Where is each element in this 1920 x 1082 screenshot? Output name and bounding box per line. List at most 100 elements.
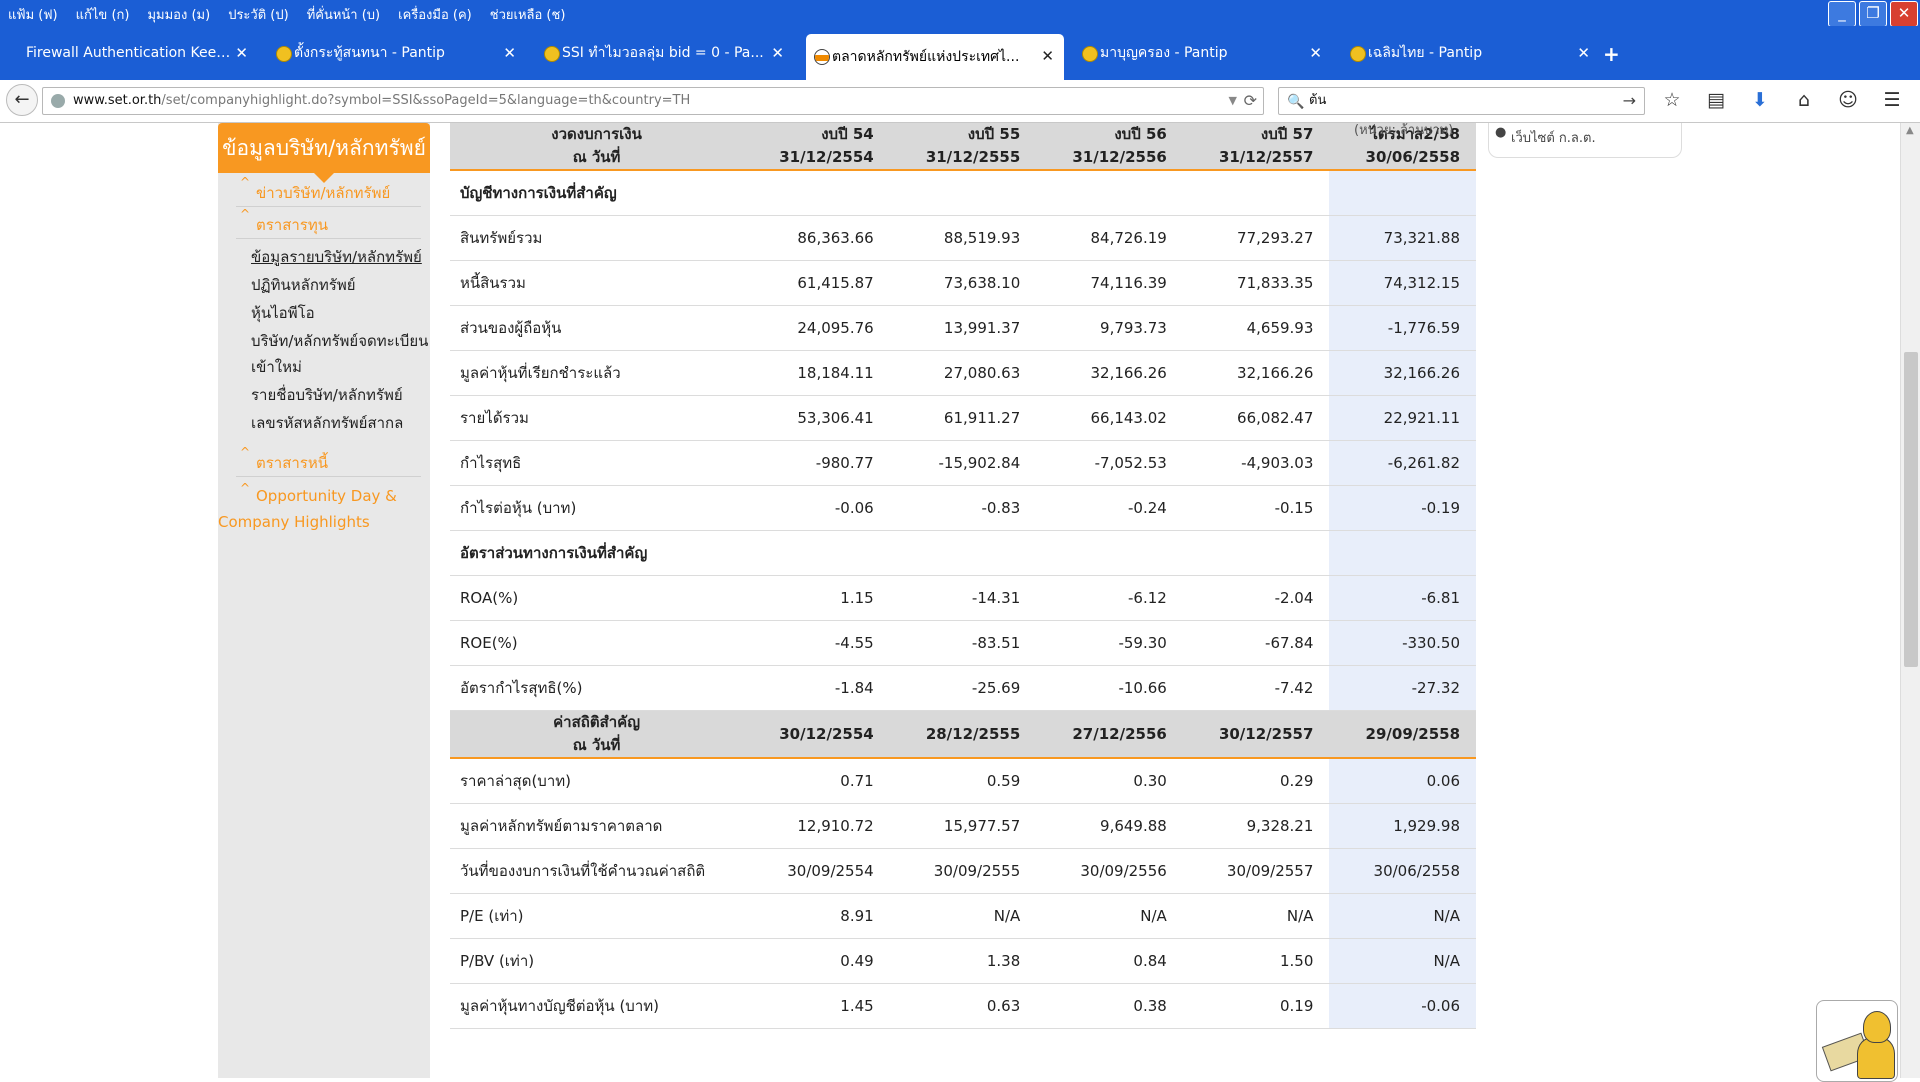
sidebar-section-debt[interactable]: ^ ตราสารหนี้ <box>236 445 421 477</box>
minimize-button[interactable]: _ <box>1828 1 1856 27</box>
row-value: N/A <box>889 893 1037 939</box>
menu-file[interactable]: แฟ้ม (ฟ) <box>0 0 67 26</box>
section-highlight-cell <box>1329 530 1476 576</box>
table-row: สินทรัพย์รวม 86,363.66 88,519.93 84,726.19 7… <box>450 215 1476 261</box>
tab-title: ตั้งกระทู้สนทนา - Pantip <box>294 45 445 61</box>
sidebar-link-company-info[interactable]: ข้อมูลรายบริษัท/หลักทรัพย์ <box>251 245 431 269</box>
row-value: 18,184.11 <box>743 350 890 396</box>
url-bar[interactable]: www.set.or.th/set/companyhighlight.do?sy… <box>42 87 1264 115</box>
pantip-mascot-icon[interactable] <box>1816 1000 1898 1082</box>
sidebar-section-news[interactable]: ^ ข่าวบริษัท/หลักทรัพย์ <box>236 175 421 207</box>
header-col: งบปี 55 31/12/2555 <box>889 123 1037 171</box>
reload-icon[interactable]: ⟳ <box>1244 88 1257 114</box>
row-value: 8.91 <box>743 893 890 939</box>
table-row: มูลค่าหลักทรัพย์ตามราคาตลาด 12,910.72 15,9… <box>450 803 1476 849</box>
row-value: -27.32 <box>1329 665 1476 711</box>
menu-edit[interactable]: แก้ไข (ก) <box>67 0 139 26</box>
tab-close-icon[interactable]: ✕ <box>235 44 248 62</box>
tab-title: เฉลิมไทย - Pantip <box>1368 45 1483 61</box>
header-period: งบปี 56 <box>1114 125 1167 143</box>
tab-close-icon[interactable]: ✕ <box>503 44 516 62</box>
sidebar: ข้อมูลบริษัท/หลักทรัพย์ ^ ข่าวบริษัท/หลั… <box>218 123 430 1078</box>
row-value: -83.51 <box>889 620 1037 666</box>
row-label: รายได้รวม <box>450 395 744 441</box>
tab-close-icon[interactable]: ✕ <box>1309 44 1322 62</box>
row-value: 30/09/2556 <box>1036 848 1183 894</box>
tab-close-icon[interactable]: ✕ <box>1041 47 1054 65</box>
row-value: -6.12 <box>1036 575 1183 621</box>
row-value: 0.59 <box>889 758 1037 804</box>
sidebar-link-company-list[interactable]: รายชื่อบริษัท/หลักทรัพย์ <box>251 383 431 407</box>
row-value: 9,649.88 <box>1036 803 1183 849</box>
home-icon[interactable]: ⌂ <box>1792 88 1816 112</box>
tab-title: Firewall Authentication Keepalive ... <box>26 45 231 61</box>
search-input[interactable]: 🔍 ต้น → <box>1278 87 1645 115</box>
row-value: 0.38 <box>1036 983 1183 1029</box>
url-path: /set/companyhighlight.do?symbol=SSI&ssoP… <box>161 93 691 108</box>
menu-tools[interactable]: เครื่องมือ (ค) <box>389 0 481 26</box>
row-value: 1.38 <box>889 938 1037 984</box>
tab-pantip-ssi[interactable]: SSI ทำไมวอลลุ่ม bid = 0 - Pa... ✕ <box>536 36 794 70</box>
menu-help[interactable]: ช่วยเหลือ (ช) <box>481 0 575 26</box>
globe-icon <box>51 94 65 108</box>
sidebar-section-opportunity-day[interactable]: ^ Opportunity Day & Company Highlights <box>218 481 418 535</box>
tab-close-icon[interactable]: ✕ <box>1577 44 1590 62</box>
row-label: มูลค่าหุ้นที่เรียกชำระแล้ว <box>450 350 744 396</box>
chat-icon[interactable]: ☺ <box>1836 88 1860 112</box>
scrollbar-thumb[interactable] <box>1904 352 1918 667</box>
row-value: 0.29 <box>1182 758 1330 804</box>
scroll-up-arrow-icon[interactable]: ▲ <box>1906 125 1914 136</box>
vertical-scrollbar[interactable]: ▲ <box>1900 123 1920 1078</box>
tab-pantip-chalermthai[interactable]: เฉลิมไทย - Pantip ✕ <box>1342 36 1600 70</box>
bookmark-star-icon[interactable]: ☆ <box>1660 88 1684 112</box>
menu-view[interactable]: มุมมอง (ม) <box>138 0 219 26</box>
row-value: 71,833.35 <box>1182 260 1330 306</box>
menu-history[interactable]: ประวัติ (ป) <box>219 0 298 26</box>
back-arrow-icon[interactable]: ← <box>6 84 38 116</box>
tab-pantip-mbk[interactable]: มาบุญครอง - Pantip ✕ <box>1074 36 1332 70</box>
row-value: -2.04 <box>1182 575 1330 621</box>
pantip-favicon-icon <box>1082 46 1098 62</box>
row-value: 53,306.41 <box>743 395 890 441</box>
sidebar-link-newly-listed-2[interactable]: เข้าใหม่ <box>251 355 431 379</box>
sidebar-header: ข้อมูลบริษัท/หลักทรัพย์ <box>218 123 430 183</box>
sidebar-link-newly-listed[interactable]: บริษัท/หลักทรัพย์จดทะเบียน <box>251 329 431 353</box>
caret-up-icon: ^ <box>240 481 251 495</box>
sidebar-link-calendar[interactable]: ปฏิทินหลักทรัพย์ <box>251 273 431 297</box>
sidebar-link-isin[interactable]: เลขรหัสหลักทรัพย์สากล <box>251 411 431 435</box>
sidebar-section-label: ตราสารทุน <box>256 216 328 234</box>
tab-set-active[interactable]: ตลาดหลักทรัพย์แห่งประเทศไ... ✕ <box>806 34 1064 80</box>
sidebar-section-equity[interactable]: ^ ตราสารทุน <box>236 207 421 239</box>
hamburger-menu-icon[interactable]: ☰ <box>1880 88 1904 112</box>
tab-title: มาบุญครอง - Pantip <box>1100 45 1228 61</box>
row-value: 1.15 <box>743 575 890 621</box>
reading-list-icon[interactable]: ▤ <box>1704 88 1728 112</box>
row-label: ส่วนของผู้ถือหุ้น <box>450 305 744 351</box>
download-arrow-icon[interactable]: ⬇ <box>1748 88 1772 112</box>
row-value: 27,080.63 <box>889 350 1037 396</box>
url-dropdown-icon[interactable]: ▼ <box>1229 88 1237 114</box>
caret-up-icon: ^ <box>240 207 251 221</box>
restore-button[interactable]: ❐ <box>1859 1 1887 27</box>
sidebar-link-ipo[interactable]: หุ้นไอพีโอ <box>251 301 431 325</box>
sec-website-link[interactable]: เว็บไซต์ ก.ล.ต. <box>1511 127 1596 148</box>
row-value: 73,638.10 <box>889 260 1037 306</box>
row-value: 77,293.27 <box>1182 215 1330 261</box>
header-date: 30/06/2558 <box>1365 148 1460 166</box>
search-go-arrow-icon[interactable]: → <box>1623 88 1636 114</box>
tab-bar: Firewall Authentication Keepalive ... ✕ … <box>0 26 1920 80</box>
new-tab-plus-icon[interactable]: + <box>1603 42 1620 66</box>
pantip-favicon-icon <box>544 46 560 62</box>
row-value: 0.49 <box>743 938 890 984</box>
header-col: 29/09/2558 <box>1329 710 1476 759</box>
pantip-favicon-icon <box>1350 46 1366 62</box>
table-row: กำไรสุทธิ -980.77 -15,902.84 -7,052.53 -4,90… <box>450 440 1476 486</box>
tab-firewall[interactable]: Firewall Authentication Keepalive ... ✕ <box>0 36 258 70</box>
row-value: 0.63 <box>889 983 1037 1029</box>
tab-close-icon[interactable]: ✕ <box>771 44 784 62</box>
menu-bookmarks[interactable]: ที่คั่นหน้า (บ) <box>298 0 389 26</box>
pantip-favicon-icon <box>276 46 292 62</box>
tab-pantip-post[interactable]: ตั้งกระทู้สนทนา - Pantip ✕ <box>268 36 526 70</box>
statistics-header-row: ค่าสถิติสำคัญณ วันที่ 30/12/2554 28/12/2… <box>450 710 1476 759</box>
close-window-button[interactable]: ✕ <box>1890 1 1918 27</box>
